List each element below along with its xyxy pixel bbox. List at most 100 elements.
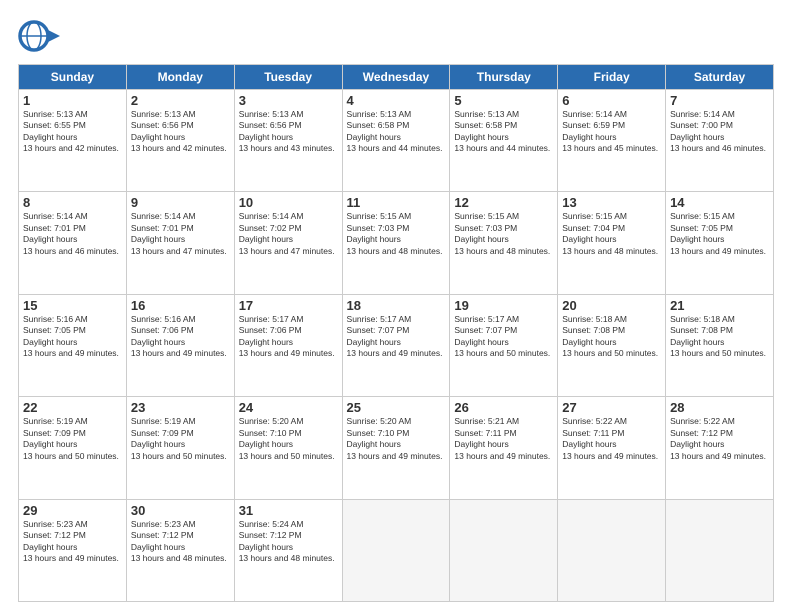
day-number: 6 — [562, 93, 661, 108]
calendar-cell: 11 Sunrise: 5:15 AMSunset: 7:03 PMDaylig… — [342, 192, 450, 294]
day-number: 14 — [670, 195, 769, 210]
calendar-cell — [342, 499, 450, 601]
calendar-cell: 4 Sunrise: 5:13 AMSunset: 6:58 PMDayligh… — [342, 90, 450, 192]
day-number: 30 — [131, 503, 230, 518]
calendar-cell: 29 Sunrise: 5:23 AMSunset: 7:12 PMDaylig… — [19, 499, 127, 601]
day-number: 11 — [347, 195, 446, 210]
day-number: 8 — [23, 195, 122, 210]
calendar-cell — [666, 499, 774, 601]
day-info: Sunrise: 5:20 AMSunset: 7:10 PMDaylight … — [347, 416, 443, 460]
day-number: 4 — [347, 93, 446, 108]
day-info: Sunrise: 5:13 AMSunset: 6:58 PMDaylight … — [454, 109, 550, 153]
calendar-cell: 31 Sunrise: 5:24 AMSunset: 7:12 PMDaylig… — [234, 499, 342, 601]
calendar-cell: 19 Sunrise: 5:17 AMSunset: 7:07 PMDaylig… — [450, 294, 558, 396]
day-number: 21 — [670, 298, 769, 313]
day-number: 12 — [454, 195, 553, 210]
day-number: 10 — [239, 195, 338, 210]
day-info: Sunrise: 5:15 AMSunset: 7:03 PMDaylight … — [454, 211, 550, 255]
day-number: 3 — [239, 93, 338, 108]
calendar-cell: 3 Sunrise: 5:13 AMSunset: 6:56 PMDayligh… — [234, 90, 342, 192]
calendar-cell: 30 Sunrise: 5:23 AMSunset: 7:12 PMDaylig… — [126, 499, 234, 601]
day-number: 24 — [239, 400, 338, 415]
calendar-cell: 18 Sunrise: 5:17 AMSunset: 7:07 PMDaylig… — [342, 294, 450, 396]
calendar-cell: 2 Sunrise: 5:13 AMSunset: 6:56 PMDayligh… — [126, 90, 234, 192]
logo-icon — [18, 18, 60, 54]
day-number: 28 — [670, 400, 769, 415]
calendar-table: Sunday Monday Tuesday Wednesday Thursday… — [18, 64, 774, 602]
day-number: 23 — [131, 400, 230, 415]
day-number: 17 — [239, 298, 338, 313]
day-info: Sunrise: 5:16 AMSunset: 7:05 PMDaylight … — [23, 314, 119, 358]
calendar-week-2: 8 Sunrise: 5:14 AMSunset: 7:01 PMDayligh… — [19, 192, 774, 294]
day-number: 15 — [23, 298, 122, 313]
calendar-cell: 17 Sunrise: 5:17 AMSunset: 7:06 PMDaylig… — [234, 294, 342, 396]
day-number: 31 — [239, 503, 338, 518]
col-tuesday: Tuesday — [234, 65, 342, 90]
calendar-cell — [558, 499, 666, 601]
day-info: Sunrise: 5:18 AMSunset: 7:08 PMDaylight … — [562, 314, 658, 358]
day-number: 20 — [562, 298, 661, 313]
day-number: 13 — [562, 195, 661, 210]
day-info: Sunrise: 5:14 AMSunset: 7:00 PMDaylight … — [670, 109, 766, 153]
calendar-cell: 1 Sunrise: 5:13 AMSunset: 6:55 PMDayligh… — [19, 90, 127, 192]
logo — [18, 18, 60, 54]
col-monday: Monday — [126, 65, 234, 90]
day-info: Sunrise: 5:24 AMSunset: 7:12 PMDaylight … — [239, 519, 335, 563]
calendar-cell: 26 Sunrise: 5:21 AMSunset: 7:11 PMDaylig… — [450, 397, 558, 499]
day-info: Sunrise: 5:22 AMSunset: 7:11 PMDaylight … — [562, 416, 658, 460]
calendar-cell: 9 Sunrise: 5:14 AMSunset: 7:01 PMDayligh… — [126, 192, 234, 294]
day-number: 22 — [23, 400, 122, 415]
col-friday: Friday — [558, 65, 666, 90]
day-info: Sunrise: 5:19 AMSunset: 7:09 PMDaylight … — [23, 416, 119, 460]
day-info: Sunrise: 5:15 AMSunset: 7:03 PMDaylight … — [347, 211, 443, 255]
day-info: Sunrise: 5:13 AMSunset: 6:58 PMDaylight … — [347, 109, 443, 153]
day-info: Sunrise: 5:21 AMSunset: 7:11 PMDaylight … — [454, 416, 550, 460]
day-number: 25 — [347, 400, 446, 415]
day-info: Sunrise: 5:16 AMSunset: 7:06 PMDaylight … — [131, 314, 227, 358]
calendar-cell: 21 Sunrise: 5:18 AMSunset: 7:08 PMDaylig… — [666, 294, 774, 396]
calendar-week-5: 29 Sunrise: 5:23 AMSunset: 7:12 PMDaylig… — [19, 499, 774, 601]
day-info: Sunrise: 5:14 AMSunset: 7:01 PMDaylight … — [131, 211, 227, 255]
calendar-cell: 23 Sunrise: 5:19 AMSunset: 7:09 PMDaylig… — [126, 397, 234, 499]
day-info: Sunrise: 5:23 AMSunset: 7:12 PMDaylight … — [23, 519, 119, 563]
day-number: 27 — [562, 400, 661, 415]
calendar-cell: 5 Sunrise: 5:13 AMSunset: 6:58 PMDayligh… — [450, 90, 558, 192]
calendar-cell: 24 Sunrise: 5:20 AMSunset: 7:10 PMDaylig… — [234, 397, 342, 499]
col-thursday: Thursday — [450, 65, 558, 90]
day-number: 29 — [23, 503, 122, 518]
day-info: Sunrise: 5:20 AMSunset: 7:10 PMDaylight … — [239, 416, 335, 460]
day-number: 18 — [347, 298, 446, 313]
day-number: 19 — [454, 298, 553, 313]
calendar-cell: 7 Sunrise: 5:14 AMSunset: 7:00 PMDayligh… — [666, 90, 774, 192]
day-info: Sunrise: 5:23 AMSunset: 7:12 PMDaylight … — [131, 519, 227, 563]
calendar-cell: 20 Sunrise: 5:18 AMSunset: 7:08 PMDaylig… — [558, 294, 666, 396]
calendar-week-1: 1 Sunrise: 5:13 AMSunset: 6:55 PMDayligh… — [19, 90, 774, 192]
day-info: Sunrise: 5:14 AMSunset: 7:01 PMDaylight … — [23, 211, 119, 255]
calendar-week-4: 22 Sunrise: 5:19 AMSunset: 7:09 PMDaylig… — [19, 397, 774, 499]
day-number: 26 — [454, 400, 553, 415]
day-info: Sunrise: 5:19 AMSunset: 7:09 PMDaylight … — [131, 416, 227, 460]
page: Sunday Monday Tuesday Wednesday Thursday… — [0, 0, 792, 612]
calendar-cell: 14 Sunrise: 5:15 AMSunset: 7:05 PMDaylig… — [666, 192, 774, 294]
day-number: 9 — [131, 195, 230, 210]
calendar-cell: 6 Sunrise: 5:14 AMSunset: 6:59 PMDayligh… — [558, 90, 666, 192]
day-number: 2 — [131, 93, 230, 108]
header-row: Sunday Monday Tuesday Wednesday Thursday… — [19, 65, 774, 90]
calendar-cell: 16 Sunrise: 5:16 AMSunset: 7:06 PMDaylig… — [126, 294, 234, 396]
day-info: Sunrise: 5:13 AMSunset: 6:55 PMDaylight … — [23, 109, 119, 153]
day-info: Sunrise: 5:14 AMSunset: 7:02 PMDaylight … — [239, 211, 335, 255]
day-info: Sunrise: 5:22 AMSunset: 7:12 PMDaylight … — [670, 416, 766, 460]
day-info: Sunrise: 5:13 AMSunset: 6:56 PMDaylight … — [131, 109, 227, 153]
col-wednesday: Wednesday — [342, 65, 450, 90]
header — [18, 18, 774, 54]
day-info: Sunrise: 5:15 AMSunset: 7:05 PMDaylight … — [670, 211, 766, 255]
calendar-week-3: 15 Sunrise: 5:16 AMSunset: 7:05 PMDaylig… — [19, 294, 774, 396]
day-info: Sunrise: 5:18 AMSunset: 7:08 PMDaylight … — [670, 314, 766, 358]
calendar-cell: 8 Sunrise: 5:14 AMSunset: 7:01 PMDayligh… — [19, 192, 127, 294]
day-info: Sunrise: 5:17 AMSunset: 7:06 PMDaylight … — [239, 314, 335, 358]
day-number: 1 — [23, 93, 122, 108]
day-number: 16 — [131, 298, 230, 313]
calendar-cell: 13 Sunrise: 5:15 AMSunset: 7:04 PMDaylig… — [558, 192, 666, 294]
calendar-cell: 22 Sunrise: 5:19 AMSunset: 7:09 PMDaylig… — [19, 397, 127, 499]
calendar-cell: 27 Sunrise: 5:22 AMSunset: 7:11 PMDaylig… — [558, 397, 666, 499]
